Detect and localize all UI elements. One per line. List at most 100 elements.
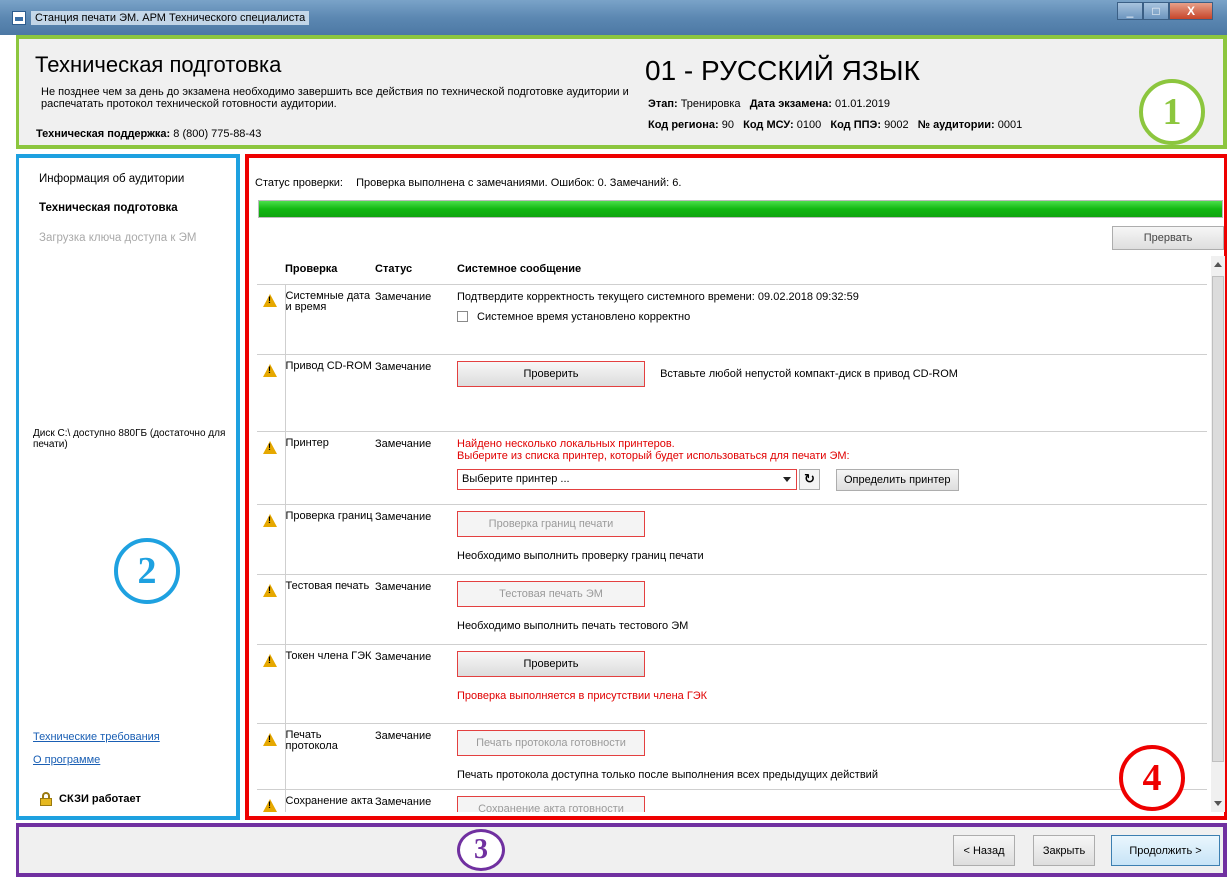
system-time-checkbox-label[interactable]: Системное время установлено корректно (477, 311, 690, 323)
window-controls: _ □ X (1117, 2, 1213, 20)
printer-message-line1: Найдено несколько локальных принтеров. (457, 437, 675, 450)
header-panel: Техническая подготовка Не позднее чем за… (16, 35, 1227, 149)
minimize-button[interactable]: _ (1117, 2, 1143, 20)
icon-column-header (257, 256, 285, 285)
exam-subject: 01 - РУССКИЙ ЯЗЫК (645, 55, 920, 86)
region-label: Код региона: (648, 119, 719, 131)
table-row: Привод CD-ROM Замечание Проверить Вставь… (257, 354, 1207, 432)
check-name: Проверка границ (285, 504, 375, 575)
printer-message-line2: Выберите из списка принтер, который буде… (457, 449, 850, 462)
check-name: Тестовая печать (285, 574, 375, 645)
test-print-note: Необходимо выполнить печать тестового ЭМ (457, 619, 689, 632)
print-protocol-button[interactable]: Печать протокола готовности (457, 729, 645, 756)
annotation-marker-1: 1 (1139, 79, 1205, 145)
main-panel: Статус проверки: Проверка выполнена с за… (245, 154, 1227, 820)
room-value: 0001 (997, 119, 1023, 131)
refresh-printers-icon[interactable]: ↻ (799, 469, 820, 490)
detect-printer-button[interactable]: Определить принтер (836, 468, 959, 491)
msu-value: 0100 (796, 119, 822, 131)
annotation-marker-4: 4 (1119, 745, 1185, 811)
window-title: Станция печати ЭМ. АРМ Технического спец… (31, 11, 310, 25)
table-scrollbar[interactable] (1211, 256, 1225, 812)
support-label: Техническая поддержка: (36, 128, 171, 140)
room-label: № аудитории: (917, 119, 995, 131)
progress-bar (258, 200, 1223, 218)
ppe-label: Код ППЭ: (830, 119, 882, 131)
column-header-message: Системное сообщение (457, 256, 1207, 285)
print-bounds-note: Необходимо выполнить проверку границ печ… (457, 549, 704, 562)
continue-button[interactable]: Продолжить > (1111, 835, 1220, 866)
check-status-text: Проверка выполнена с замечаниями. Ошибок… (356, 177, 682, 189)
check-status: Статус проверки: Проверка выполнена с за… (255, 177, 681, 189)
cdrom-hint: Вставьте любой непустой компакт-диск в п… (660, 367, 958, 380)
printer-select[interactable]: Выберите принтер ... (457, 469, 797, 490)
warning-icon (263, 732, 277, 746)
check-status-cell: Замечание (375, 789, 457, 812)
exam-meta-line1: Этап: Тренировка Дата экзамена: 01.01.20… (648, 98, 890, 110)
sidebar-item-technical-preparation[interactable]: Техническая подготовка (39, 202, 178, 214)
exam-meta-line2: Код региона: 90 Код МСУ: 0100 Код ППЭ: 9… (648, 119, 1022, 131)
region-value: 90 (721, 119, 734, 131)
exam-date-value: 01.01.2019 (834, 98, 891, 110)
progress-bar-fill (259, 201, 1222, 217)
msu-label: Код МСУ: (743, 119, 794, 131)
close-button[interactable]: Закрыть (1033, 835, 1095, 866)
sidebar: Информация об аудитории Техническая подг… (16, 154, 240, 820)
stage-value: Тренировка (680, 98, 741, 110)
support-phone: 8 (800) 775-88-43 (173, 128, 262, 140)
checks-table: Проверка Статус Системное сообщение Сист… (257, 256, 1207, 812)
scroll-down-icon[interactable] (1214, 801, 1222, 806)
annotation-marker-2: 2 (114, 538, 180, 604)
app-icon (12, 11, 26, 25)
abort-button[interactable]: Прервать (1112, 226, 1224, 250)
print-bounds-check-button[interactable]: Проверка границ печати (457, 510, 645, 537)
check-status-label: Статус проверки: (255, 177, 343, 189)
page-title: Техническая подготовка (35, 52, 282, 77)
sidebar-item-load-key: Загрузка ключа доступа к ЭМ (39, 232, 197, 244)
system-time-message: Подтвердите корректность текущего систем… (457, 290, 859, 303)
test-print-button[interactable]: Тестовая печать ЭМ (457, 580, 645, 607)
sidebar-item-room-info[interactable]: Информация об аудитории (39, 173, 184, 185)
table-row: Сохранение акта Замечание Сохранение акт… (257, 789, 1207, 812)
warning-icon (263, 583, 277, 597)
close-window-button[interactable]: X (1169, 2, 1213, 20)
table-row: Тестовая печать Замечание Тестовая печат… (257, 574, 1207, 645)
table-row: Токен члена ГЭК Замечание Проверить Пров… (257, 644, 1207, 724)
check-name: Токен члена ГЭК (285, 644, 375, 724)
check-status-cell: Замечание (375, 504, 457, 575)
column-header-check: Проверка (285, 256, 375, 285)
system-time-checkbox[interactable] (457, 311, 468, 322)
footer-panel: 3 < Назад Закрыть Продолжить > (16, 823, 1227, 877)
disk-info: Диск C:\ доступно 880ГБ (достаточно для … (33, 428, 226, 450)
scroll-up-icon[interactable] (1214, 262, 1222, 267)
check-status-cell: Замечание (375, 574, 457, 645)
table-header-row: Проверка Статус Системное сообщение (257, 256, 1207, 285)
stage-label: Этап: (648, 98, 678, 110)
skzi-status-text: СКЗИ работает (59, 793, 141, 805)
about-link[interactable]: О программе (33, 754, 100, 766)
check-token-button[interactable]: Проверить (457, 650, 645, 677)
check-status-cell: Замечание (375, 723, 457, 790)
table-row: Проверка границ Замечание Проверка грани… (257, 504, 1207, 575)
save-act-button[interactable]: Сохранение акта готовности (457, 795, 645, 812)
maximize-button[interactable]: □ (1143, 2, 1169, 20)
check-status-cell: Замечание (375, 644, 457, 724)
warning-icon (263, 440, 277, 454)
check-name: Привод CD-ROM (285, 354, 375, 432)
exam-date-label: Дата экзамена: (749, 98, 832, 110)
check-status-cell: Замечание (375, 354, 457, 432)
check-name: Печать протокола (285, 723, 375, 790)
table-row: Принтер Замечание Найдено несколько лока… (257, 431, 1207, 505)
page-description: Не позднее чем за день до экзамена необх… (41, 86, 629, 110)
technical-requirements-link[interactable]: Технические требования (33, 731, 160, 743)
table-row: Печать протокола Замечание Печать проток… (257, 723, 1207, 790)
check-name: Сохранение акта (285, 789, 375, 812)
token-note: Проверка выполняется в присутствии члена… (457, 689, 708, 702)
back-button[interactable]: < Назад (953, 835, 1015, 866)
check-name: Принтер (285, 431, 375, 505)
column-header-status: Статус (375, 256, 457, 285)
scrollbar-thumb[interactable] (1212, 276, 1224, 762)
print-protocol-note: Печать протокола доступна только после в… (457, 768, 878, 781)
check-cdrom-button[interactable]: Проверить (457, 360, 645, 387)
table-row: Системные дата и время Замечание Подтвер… (257, 284, 1207, 355)
